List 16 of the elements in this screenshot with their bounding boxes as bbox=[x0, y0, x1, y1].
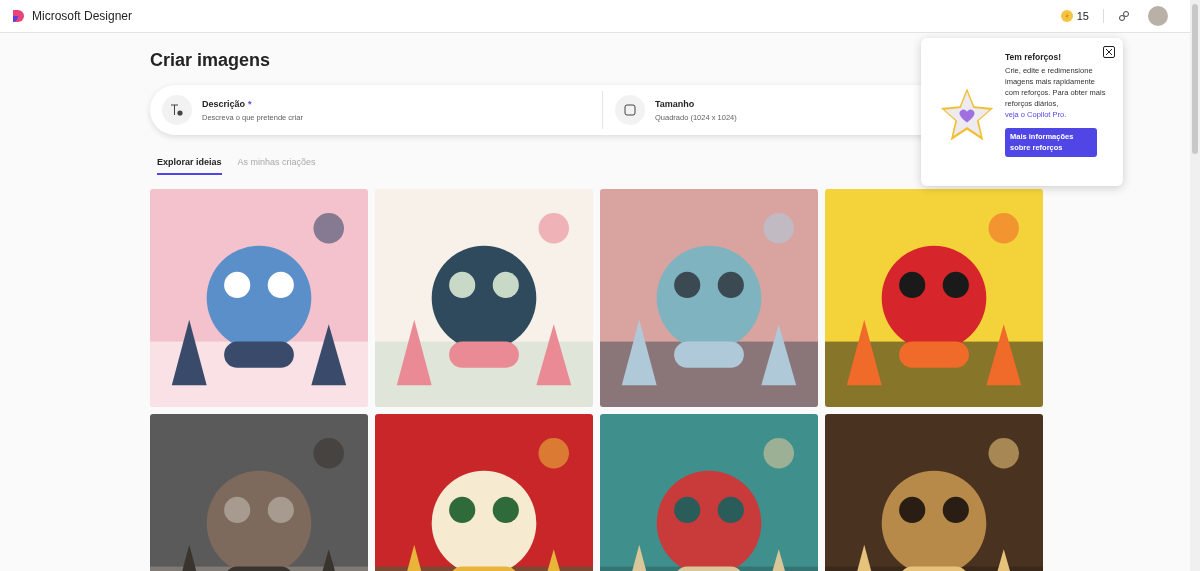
tab[interactable]: Explorar ideias bbox=[157, 157, 222, 175]
link-icon[interactable] bbox=[1118, 10, 1130, 22]
page-title: Criar imagens bbox=[150, 50, 271, 71]
logo-icon bbox=[12, 9, 24, 23]
popover-title: Tem reforços! bbox=[1005, 52, 1063, 62]
required-mark: * bbox=[248, 98, 252, 109]
text-icon bbox=[170, 103, 184, 117]
close-icon bbox=[1106, 49, 1112, 55]
close-button[interactable] bbox=[1103, 46, 1115, 58]
field-label: Descrição bbox=[202, 98, 246, 109]
coin-icon bbox=[1060, 10, 1073, 22]
square-icon bbox=[624, 104, 636, 116]
scrollbar[interactable] bbox=[1190, 0, 1200, 571]
app-name: Microsoft Designer bbox=[32, 9, 133, 23]
credit-count: 15 bbox=[1076, 10, 1089, 22]
field-label: Tamanho bbox=[655, 98, 696, 109]
